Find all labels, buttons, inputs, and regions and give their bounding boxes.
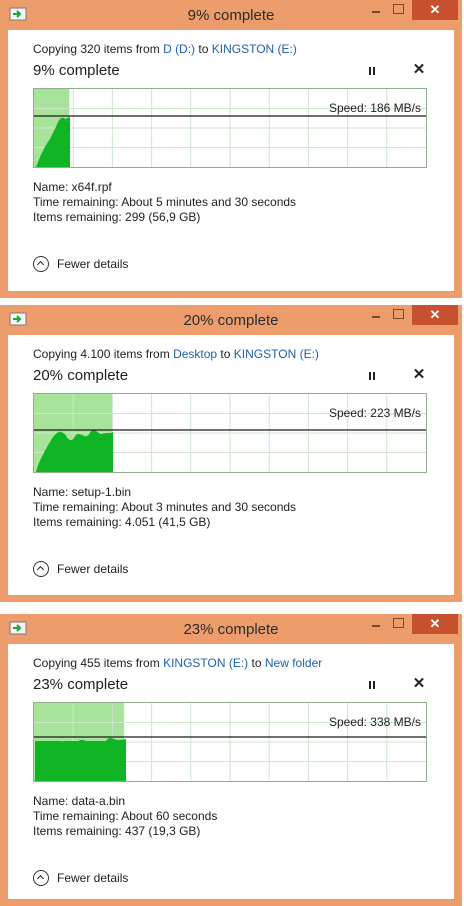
destination-link[interactable]: KINGSTON (E:) — [234, 347, 319, 361]
speed-label: Speed: 186 MB/s — [328, 101, 421, 115]
speed-graph: Speed: 186 MB/s — [33, 88, 427, 168]
pause-icon[interactable] — [367, 371, 377, 381]
copy-to-text: to — [195, 42, 212, 56]
items-remaining: Items remaining: 437 (19,3 GB) — [33, 824, 201, 838]
copy-summary: Copying 320 items from D (D:) to KINGSTO… — [33, 42, 297, 56]
percent-complete: 23% complete — [33, 676, 129, 693]
maximize-button[interactable] — [388, 0, 410, 20]
destination-link[interactable]: KINGSTON (E:) — [212, 42, 297, 56]
items-remaining: Items remaining: 4.051 (41,5 GB) — [33, 515, 211, 529]
cancel-icon[interactable]: ✕ — [412, 62, 426, 78]
speed-graph: Speed: 338 MB/s — [33, 702, 427, 782]
minimize-button[interactable] — [364, 614, 388, 634]
file-name: Name: data-a.bin — [33, 794, 126, 808]
fewer-details-button[interactable]: Fewer details — [33, 561, 128, 581]
speed-graph: Speed: 223 MB/s — [33, 393, 427, 473]
time-remaining: Time remaining: About 60 seconds — [33, 809, 218, 823]
close-window-button[interactable]: ✕ — [412, 614, 458, 634]
details-section: Name: data-a.bin Time remaining: About 6… — [33, 794, 217, 839]
fewer-details-label: Fewer details — [57, 562, 129, 576]
time-remaining: Time remaining: About 5 minutes and 30 s… — [33, 195, 297, 209]
close-window-button[interactable]: ✕ — [412, 0, 458, 20]
source-link[interactable]: KINGSTON (E:) — [163, 656, 248, 670]
fewer-details-button[interactable]: Fewer details — [33, 870, 128, 890]
copy-prefix: Copying 455 items from — [33, 656, 164, 670]
fewer-details-label: Fewer details — [57, 257, 129, 271]
copy-summary: Copying 455 items from KINGSTON (E:) to … — [33, 656, 322, 670]
dialog-content: Copying 4.100 items from Desktop to KING… — [8, 335, 454, 595]
minimize-button[interactable] — [364, 305, 388, 325]
items-remaining: Items remaining: 299 (56,9 GB) — [33, 210, 201, 224]
copy-summary: Copying 4.100 items from Desktop to KING… — [33, 347, 319, 361]
speed-label: Speed: 338 MB/s — [328, 715, 421, 729]
copy-dialog-2: 20% complete ✕ Copying 4.100 items from … — [0, 305, 462, 602]
chevron-up-icon — [33, 256, 49, 272]
destination-link[interactable]: New folder — [265, 656, 322, 670]
percent-complete: 20% complete — [33, 367, 129, 384]
details-section: Name: setup-1.bin Time remaining: About … — [33, 485, 296, 530]
pause-icon[interactable] — [367, 66, 377, 76]
details-section: Name: x64f.rpf Time remaining: About 5 m… — [33, 180, 296, 225]
percent-complete: 9% complete — [33, 62, 120, 79]
close-window-button[interactable]: ✕ — [412, 305, 458, 325]
dialog-content: Copying 320 items from D (D:) to KINGSTO… — [8, 30, 454, 291]
fewer-details-button[interactable]: Fewer details — [33, 256, 128, 276]
copy-to-text: to — [248, 656, 265, 670]
copy-prefix: Copying 320 items from — [33, 42, 164, 56]
copy-dialog-3: 23% complete ✕ Copying 455 items from KI… — [0, 614, 462, 906]
speed-area — [35, 737, 126, 781]
dialog-content: Copying 455 items from KINGSTON (E:) to … — [8, 644, 454, 899]
cancel-icon[interactable]: ✕ — [412, 676, 426, 692]
time-remaining: Time remaining: About 3 minutes and 30 s… — [33, 500, 297, 514]
source-link[interactable]: D (D:) — [163, 42, 195, 56]
maximize-button[interactable] — [388, 305, 410, 325]
speed-label: Speed: 223 MB/s — [328, 406, 421, 420]
file-name: Name: setup-1.bin — [33, 485, 132, 499]
source-link[interactable]: Desktop — [173, 347, 217, 361]
title-bar[interactable]: 20% complete ✕ — [0, 305, 462, 335]
fewer-details-label: Fewer details — [57, 871, 129, 885]
title-bar[interactable]: 9% complete ✕ — [0, 0, 462, 30]
title-bar[interactable]: 23% complete ✕ — [0, 614, 462, 644]
copy-prefix: Copying 4.100 items from — [33, 347, 174, 361]
cancel-icon[interactable]: ✕ — [412, 367, 426, 383]
chevron-up-icon — [33, 561, 49, 577]
file-name: Name: x64f.rpf — [33, 180, 112, 194]
maximize-button[interactable] — [388, 614, 410, 634]
chevron-up-icon — [33, 870, 49, 886]
copy-dialog-1: 9% complete ✕ Copying 320 items from D (… — [0, 0, 462, 298]
copy-to-text: to — [217, 347, 234, 361]
pause-icon[interactable] — [367, 680, 377, 690]
minimize-button[interactable] — [364, 0, 388, 20]
